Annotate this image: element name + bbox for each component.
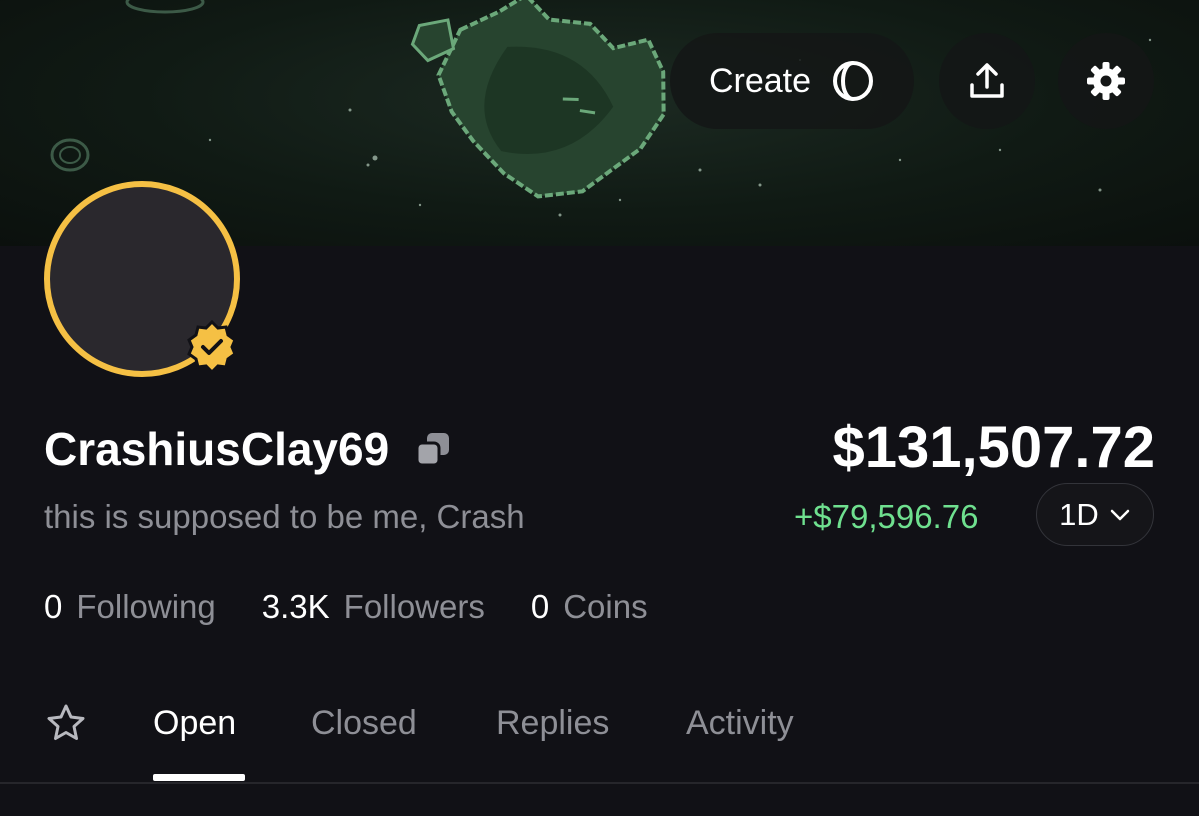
avatar[interactable] <box>44 181 240 377</box>
tab-open[interactable]: Open <box>153 704 236 743</box>
create-label: Create <box>708 61 812 100</box>
portfolio-balance: $131,507.72 <box>832 415 1155 480</box>
portfolio-change: +$79,596.76 <box>794 498 979 535</box>
stat-label: Coins <box>563 588 648 625</box>
star-icon[interactable] <box>45 702 87 744</box>
username: CrashiusClay69 <box>44 423 390 475</box>
time-range-dropdown[interactable]: 1D <box>1036 483 1154 546</box>
create-button[interactable]: Create <box>670 33 914 129</box>
stat-label: Following <box>76 588 216 625</box>
chevron-down-icon <box>1110 509 1130 520</box>
active-tab-indicator <box>153 774 245 781</box>
share-button[interactable] <box>939 33 1035 129</box>
profile-tabs: Open Closed Replies Activity <box>0 690 1199 784</box>
time-range-label: 1D <box>1059 496 1099 532</box>
stat-value: 0 <box>530 588 550 625</box>
stat-label: Followers <box>343 588 485 625</box>
stat-following[interactable]: 0 Following <box>44 588 216 626</box>
gear-icon <box>1087 62 1125 100</box>
tab-closed[interactable]: Closed <box>311 704 417 743</box>
profile-stats: 0 Following 3.3K Followers 0 Coins <box>44 588 648 626</box>
copy-icon[interactable] <box>415 431 451 467</box>
verified-badge-icon <box>187 319 237 375</box>
share-icon <box>970 63 1004 98</box>
stat-coins[interactable]: 0 Coins <box>531 588 648 626</box>
create-logo-icon <box>833 61 874 101</box>
tab-replies[interactable]: Replies <box>496 704 609 743</box>
bio: this is supposed to be me, Crash <box>44 498 525 535</box>
username-row: CrashiusClay69 <box>44 422 451 476</box>
stat-followers[interactable]: 3.3K Followers <box>262 588 485 626</box>
stat-value: 3.3K <box>261 588 330 625</box>
tab-activity[interactable]: Activity <box>686 704 794 743</box>
stat-value: 0 <box>44 588 63 625</box>
settings-button[interactable] <box>1058 33 1154 129</box>
